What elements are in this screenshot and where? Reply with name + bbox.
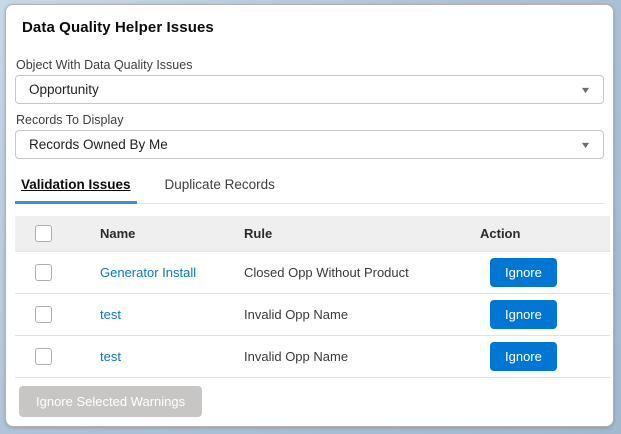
ignore-button[interactable]: Ignore [490,300,557,329]
record-link[interactable]: test [100,349,121,364]
page-title: Data Quality Helper Issues [22,19,608,36]
ignore-button[interactable]: Ignore [490,342,557,371]
ignore-button[interactable]: Ignore [490,258,557,287]
tab-bar: Validation Issues Duplicate Records [15,172,604,204]
data-quality-helper-panel: Data Quality Helper Issues Object With D… [5,4,614,427]
row-checkbox[interactable] [35,348,52,365]
ignore-selected-warnings-button[interactable]: Ignore Selected Warnings [19,386,202,417]
rule-text: Invalid Opp Name [231,293,467,335]
records-select[interactable]: Records Owned By Me ▼ [15,130,604,159]
table-row: Generator Install Closed Opp Without Pro… [15,251,610,293]
tab-validation-issues[interactable]: Validation Issues [15,172,137,204]
object-select[interactable]: Opportunity ▼ [15,75,604,104]
select-all-checkbox[interactable] [35,225,52,242]
rule-text: Closed Opp Without Product [231,251,467,293]
records-select-value: Records Owned By Me [29,137,168,152]
tab-duplicate-records[interactable]: Duplicate Records [159,172,281,204]
column-header-action: Action [467,216,610,251]
table-row: test Invalid Opp Name Ignore [15,335,610,377]
chevron-down-icon: ▼ [580,85,592,95]
records-select-label: Records To Display [16,113,608,127]
column-header-name: Name [87,216,231,251]
row-checkbox[interactable] [35,306,52,323]
column-header-rule: Rule [231,216,467,251]
row-checkbox[interactable] [35,264,52,281]
issues-table: Name Rule Action Generator Install Close… [15,216,610,378]
table-row: test Invalid Opp Name Ignore [15,293,610,335]
record-link[interactable]: test [100,307,121,322]
rule-text: Invalid Opp Name [231,335,467,377]
table-header-row: Name Rule Action [15,216,610,251]
object-select-value: Opportunity [29,82,99,97]
object-select-label: Object With Data Quality Issues [16,58,608,72]
record-link[interactable]: Generator Install [100,265,196,280]
chevron-down-icon: ▼ [580,140,592,150]
